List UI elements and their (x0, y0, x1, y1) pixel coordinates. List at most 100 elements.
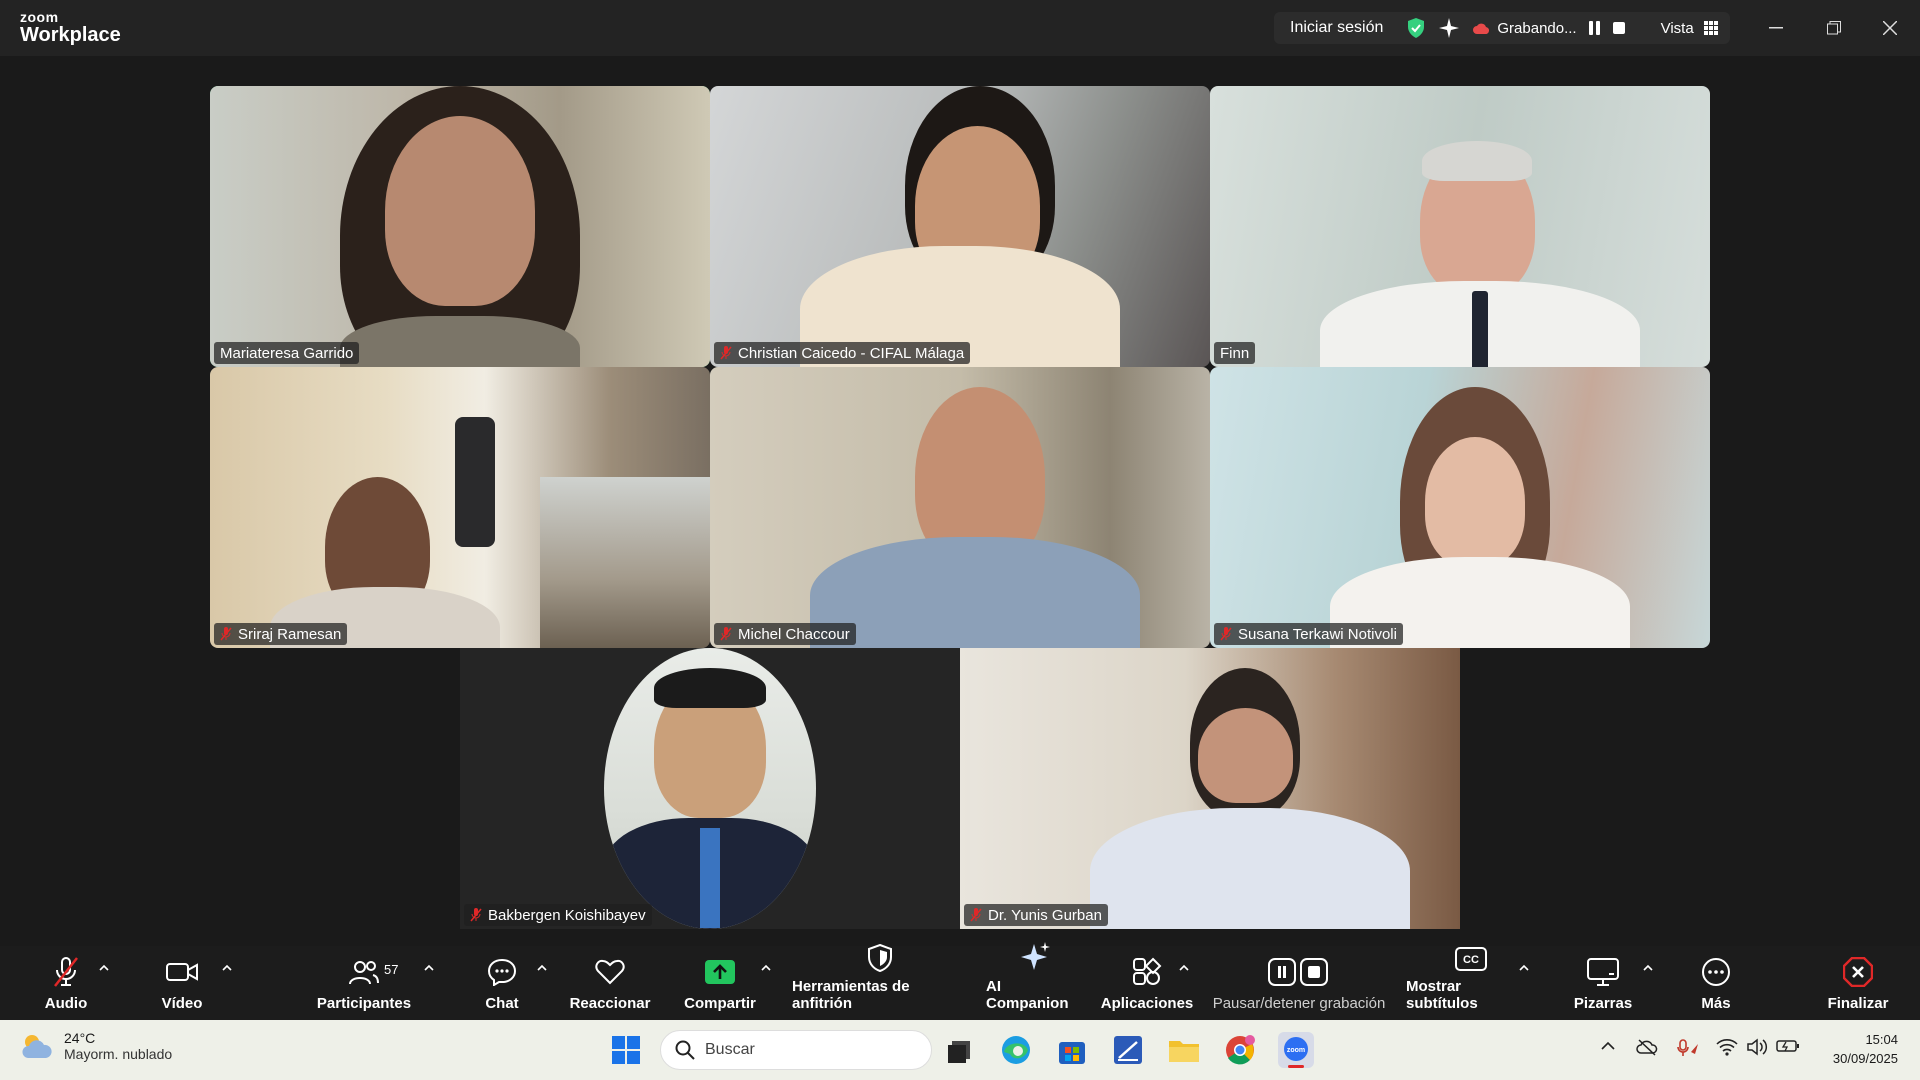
clock-date: 30/09/2025 (1832, 1051, 1898, 1066)
muted-mic-icon (470, 908, 482, 922)
close-window-button[interactable] (1876, 14, 1904, 42)
closed-captions-icon: CC (1454, 946, 1488, 972)
muted-mic-icon (970, 908, 982, 922)
muted-mic-icon (720, 627, 732, 641)
restore-button[interactable] (1820, 14, 1848, 42)
participants-button[interactable]: Participantes (316, 946, 412, 1020)
apps-icon (1130, 955, 1164, 989)
logo-workplace-text: Workplace (20, 24, 121, 46)
muted-microphone-icon (49, 955, 83, 989)
weather-condition: Mayorm. nublado (64, 1046, 173, 1062)
video-options-caret-icon[interactable] (221, 962, 233, 974)
heart-icon (593, 955, 627, 989)
volume-icon[interactable] (1746, 1038, 1768, 1056)
more-dots-icon (1699, 955, 1733, 989)
zoom-logo: zoom Workplace (20, 10, 121, 45)
chat-button[interactable]: Chat (482, 946, 522, 1020)
pause-stop-recording-button[interactable]: Pausar/detener grabación (1210, 946, 1388, 1020)
cloud-offline-icon[interactable] (1636, 1038, 1658, 1056)
ai-sparkle-icon (1019, 942, 1053, 972)
participants-count: 57 (384, 962, 399, 977)
mic-in-use-icon[interactable] (1676, 1038, 1700, 1058)
video-button[interactable]: Vídeo (152, 946, 212, 1020)
ai-sparkle-icon[interactable] (1439, 18, 1460, 38)
recording-status: Grabando... (1497, 19, 1577, 37)
share-button[interactable]: Compartir (684, 946, 756, 1020)
participants-icon (347, 955, 381, 989)
host-tools-button[interactable]: Herramientas de anfitrión (792, 944, 968, 1020)
whiteboards-options-caret-icon[interactable] (1642, 962, 1654, 974)
svg-text:zoom: zoom (1287, 1047, 1305, 1054)
video-tile[interactable]: Finn (1210, 86, 1710, 367)
video-tile[interactable]: Mariateresa Garrido (210, 86, 710, 367)
audio-button[interactable]: Audio (36, 946, 96, 1020)
meeting-toolbar: Audio Vídeo Participantes 57 Chat Reacci… (0, 942, 1920, 1020)
participants-options-caret-icon[interactable] (423, 962, 435, 974)
chevron-up-icon[interactable] (1600, 1038, 1616, 1054)
video-gallery: Mariateresa Garrido Christian Caicedo - … (0, 56, 1920, 946)
end-meeting-icon (1841, 955, 1875, 989)
search-icon (675, 1040, 695, 1060)
chat-bubble-icon (485, 955, 519, 989)
captions-options-caret-icon[interactable] (1518, 962, 1530, 974)
participant-name: Finn (1214, 342, 1256, 364)
host-shield-icon (863, 944, 897, 972)
battery-icon[interactable] (1776, 1038, 1800, 1054)
search-placeholder: Buscar (705, 1041, 755, 1058)
file-explorer-icon[interactable] (1166, 1032, 1202, 1068)
grid-view-icon[interactable] (1703, 21, 1718, 35)
video-tile[interactable]: Christian Caicedo - CIFAL Málaga (710, 86, 1210, 367)
ai-companion-button[interactable]: AI Companion (986, 942, 1086, 1020)
svg-text:CC: CC (1463, 954, 1479, 966)
weather-widget[interactable]: 24°C Mayorm. nublado (20, 1030, 172, 1062)
video-tile[interactable]: Sriraj Ramesan (210, 367, 710, 648)
participant-name: Sriraj Ramesan (214, 623, 348, 645)
pause-stop-recording-icon (1267, 955, 1331, 989)
partly-cloudy-icon (22, 1035, 52, 1058)
video-tile[interactable]: Michel Chaccour (710, 367, 1210, 648)
participant-name: Mariateresa Garrido (214, 342, 360, 364)
pause-recording-button[interactable] (1588, 21, 1601, 35)
share-screen-icon (703, 955, 737, 989)
video-tile[interactable]: Bakbergen Koishibayev (460, 648, 960, 929)
top-controls: Iniciar sesión Grabando... Vista (1274, 12, 1730, 44)
minimize-button[interactable] (1762, 14, 1790, 42)
logo-zoom-text: zoom (20, 9, 59, 25)
windows-start-icon[interactable] (608, 1032, 644, 1068)
participant-name: Christian Caicedo - CIFAL Málaga (714, 342, 971, 364)
chat-options-caret-icon[interactable] (536, 962, 548, 974)
apps-options-caret-icon[interactable] (1178, 962, 1190, 974)
participant-name: Dr. Yunis Gurban (964, 904, 1108, 926)
apps-button[interactable]: Aplicaciones (1101, 946, 1193, 1020)
more-button[interactable]: Más (1696, 946, 1736, 1020)
writing-app-icon[interactable] (1110, 1032, 1146, 1068)
system-clock[interactable]: 15:04 30/09/2025 (1833, 1030, 1898, 1068)
end-meeting-button[interactable]: Finalizar (1822, 946, 1894, 1020)
video-tile[interactable]: Susana Terkawi Notivoli (1210, 367, 1710, 648)
signin-button[interactable]: Iniciar sesión (1290, 19, 1383, 37)
video-tile[interactable]: Dr. Yunis Gurban (960, 648, 1460, 929)
muted-mic-icon (720, 346, 732, 360)
muted-mic-icon (220, 627, 232, 641)
share-options-caret-icon[interactable] (760, 962, 772, 974)
participant-name: Michel Chaccour (714, 623, 856, 645)
edge-browser-icon[interactable] (998, 1032, 1034, 1068)
security-shield-icon[interactable] (1407, 18, 1425, 38)
view-button[interactable]: Vista (1661, 20, 1694, 37)
captions-button[interactable]: CC Mostrar subtítulos (1406, 946, 1536, 1020)
whiteboard-icon (1586, 955, 1620, 989)
wifi-icon[interactable] (1716, 1038, 1738, 1056)
temperature: 24°C (64, 1030, 96, 1046)
zoom-app-icon[interactable]: zoom (1278, 1032, 1314, 1068)
stop-recording-button[interactable] (1612, 22, 1625, 34)
taskbar-search[interactable]: Buscar (660, 1030, 932, 1070)
os-taskbar: 24°C Mayorm. nublado Buscar zoom 15:04 3… (0, 1020, 1920, 1080)
react-button[interactable]: Reaccionar (568, 946, 652, 1020)
whiteboards-button[interactable]: Pizarras (1570, 946, 1636, 1020)
cloud-recording-icon (1473, 23, 1490, 34)
chrome-browser-icon[interactable] (1222, 1032, 1258, 1068)
microsoft-store-icon[interactable] (1054, 1032, 1090, 1068)
task-view-icon[interactable] (942, 1032, 978, 1068)
video-camera-icon (165, 955, 199, 989)
audio-options-caret-icon[interactable] (98, 962, 110, 974)
